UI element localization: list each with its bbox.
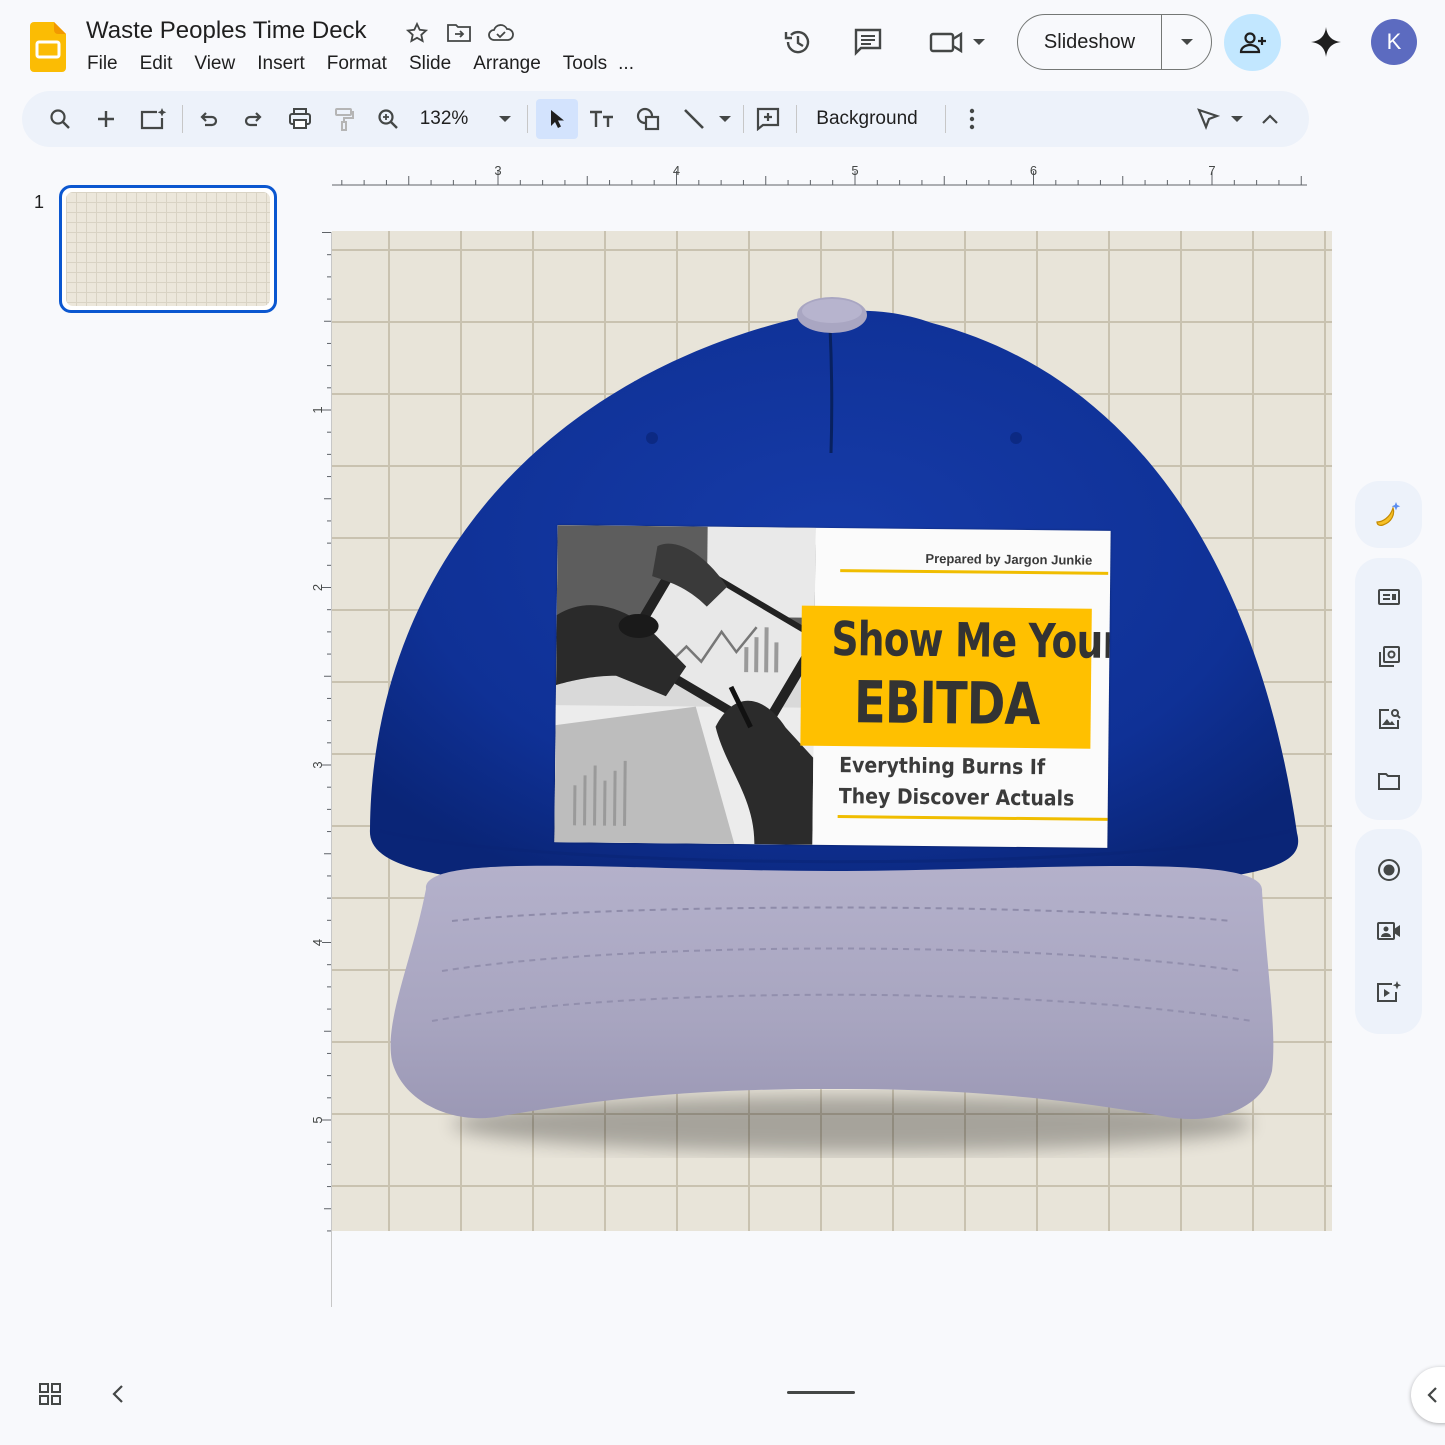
star-icon[interactable]: [402, 20, 432, 46]
camera-icon[interactable]: [1355, 908, 1422, 954]
headline-line-1: Show Me Your: [831, 611, 1111, 671]
ruler-v-label: 4: [310, 939, 325, 946]
slide-number: 1: [34, 192, 45, 212]
search-menus-icon[interactable]: [40, 99, 80, 139]
expand-side-panel-chevron-left-icon[interactable]: [1411, 1367, 1445, 1423]
slideshow-dropdown-icon[interactable]: [1162, 15, 1211, 69]
collapse-toolbar-chevron-up-icon[interactable]: [1254, 99, 1286, 139]
video-add-icon[interactable]: [1355, 969, 1422, 1015]
shape-icon[interactable]: [628, 99, 668, 139]
collapse-filmstrip-chevron-left-icon[interactable]: [108, 1382, 128, 1411]
more-options-icon[interactable]: [952, 99, 992, 139]
library-icon[interactable]: [1355, 634, 1422, 680]
paint-format-icon[interactable]: [324, 99, 364, 139]
slideshow-button-group: Slideshow: [1017, 14, 1212, 70]
meet-camera-icon[interactable]: [925, 22, 991, 62]
line-dropdown-icon[interactable]: [712, 99, 738, 139]
cloud-saved-icon[interactable]: [486, 20, 516, 46]
slides-logo-icon[interactable]: [30, 22, 66, 72]
subtitle-line-2: They Discover Actuals: [838, 784, 1075, 811]
ruler-v-label: 5: [310, 1116, 325, 1123]
insert-comment-icon[interactable]: [747, 99, 789, 139]
undo-icon[interactable]: [188, 99, 228, 139]
business-chart-photo: [554, 525, 816, 845]
text-box-icon[interactable]: [582, 99, 622, 139]
slide-thumbnail[interactable]: [59, 185, 277, 313]
zoom-level-value: 132%: [419, 108, 469, 129]
side-panel-tools-group: [1355, 558, 1422, 820]
ruler-v-label: 2: [310, 584, 325, 591]
ruler-h-label: 6: [1030, 163, 1037, 178]
subtitle-line-1: Everything Burns If: [839, 753, 1046, 780]
redo-icon[interactable]: [234, 99, 274, 139]
grid-view-icon[interactable]: [38, 1382, 62, 1411]
ruler-h-label: 7: [1208, 163, 1215, 178]
menu-arrange[interactable]: Arrange: [462, 51, 552, 77]
slide-canvas[interactable]: Prepared by Jargon Junkie Show Me Your E…: [332, 231, 1332, 1231]
pointer-mode-icon[interactable]: [1188, 99, 1228, 139]
slideshow-button[interactable]: Slideshow: [1018, 15, 1162, 69]
ruler-v-label: 1: [310, 406, 325, 413]
side-panel-media-group: [1355, 829, 1422, 1034]
pointer-dropdown-icon[interactable]: [1224, 99, 1250, 139]
text-panel-icon[interactable]: [1355, 574, 1422, 620]
headline-line-2: EBITDA: [853, 668, 1040, 739]
side-panel-gemini-group: [1355, 481, 1422, 548]
zoom-dropdown-icon[interactable]: [492, 99, 518, 139]
menu-edit[interactable]: Edit: [129, 51, 184, 77]
menu-more[interactable]: ...: [618, 51, 645, 77]
menu-file[interactable]: File: [76, 51, 129, 77]
new-slide-plus-icon[interactable]: [86, 99, 126, 139]
comments-icon[interactable]: [848, 22, 888, 62]
horizontal-ruler[interactable]: 3 4 5 6 7: [332, 160, 1307, 188]
speaker-notes-drag-handle[interactable]: [787, 1391, 855, 1394]
version-history-icon[interactable]: [778, 22, 818, 62]
background-button-label: Background: [816, 108, 918, 129]
ruler-h-label: 5: [851, 163, 858, 178]
menu-view[interactable]: View: [183, 51, 246, 77]
menu-tools[interactable]: Tools: [552, 51, 618, 77]
image-search-icon[interactable]: [1355, 696, 1422, 742]
vertical-ruler[interactable]: 1 2 3 4 5: [305, 232, 333, 1232]
menu-insert[interactable]: Insert: [246, 51, 316, 77]
slide-label-patch[interactable]: Prepared by Jargon Junkie Show Me Your E…: [554, 525, 1111, 848]
slide-thumbnail-preview: [66, 192, 270, 306]
menu-format[interactable]: Format: [316, 51, 398, 77]
ruler-h-label: 3: [494, 163, 501, 178]
share-add-person-icon[interactable]: [1224, 14, 1281, 71]
menu-bar: File Edit View Insert Format Slide Arran…: [76, 51, 645, 77]
zoom-level[interactable]: 132%: [414, 99, 474, 139]
bottom-accent-line: [837, 815, 1108, 821]
new-slide-layout-icon[interactable]: [132, 99, 174, 139]
zoom-icon[interactable]: [368, 99, 408, 139]
select-cursor-icon[interactable]: [536, 99, 578, 139]
toolbar: 132% Background: [22, 91, 1309, 147]
menu-slide[interactable]: Slide: [398, 51, 462, 77]
line-icon[interactable]: [674, 99, 714, 139]
gemini-sparkle-icon[interactable]: [1306, 22, 1346, 62]
ruler-v-label: 3: [310, 761, 325, 768]
top-accent-line: [840, 569, 1109, 575]
subtitle: Everything Burns If They Discover Actual…: [839, 750, 1075, 814]
prepared-by-text: Prepared by Jargon Junkie: [925, 550, 1093, 568]
record-icon[interactable]: [1355, 847, 1422, 893]
document-title[interactable]: Waste Peoples Time Deck: [86, 17, 367, 45]
account-avatar[interactable]: K: [1371, 19, 1417, 65]
gemini-banana-icon[interactable]: [1355, 491, 1422, 537]
move-folder-icon[interactable]: [444, 20, 474, 46]
ruler-h-label: 4: [673, 163, 680, 178]
background-button[interactable]: Background: [804, 99, 930, 139]
print-icon[interactable]: [280, 99, 320, 139]
folder-icon[interactable]: [1355, 758, 1422, 804]
